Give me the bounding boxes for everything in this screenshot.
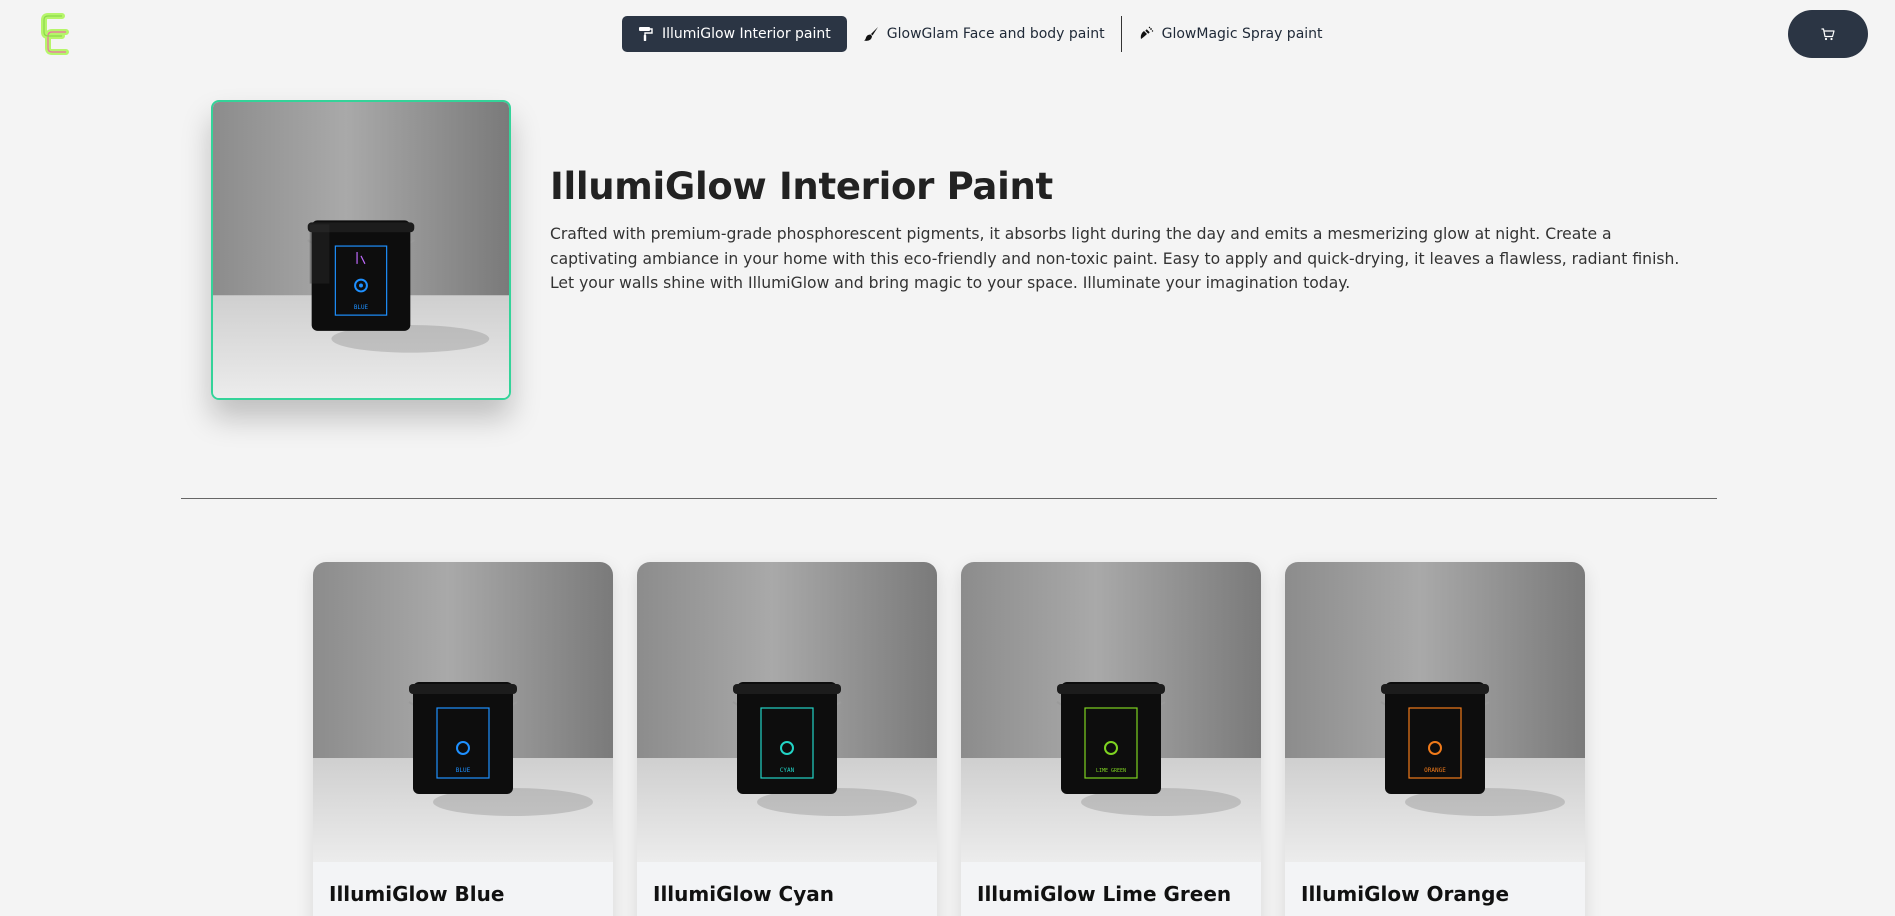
tab-label: IllumiGlow Interior paint [662, 26, 831, 42]
product-title: IllumiGlow Lime Green [977, 882, 1232, 906]
svg-text:ORANGE: ORANGE [1424, 767, 1446, 774]
product-title: IllumiGlow Blue [329, 882, 505, 906]
svg-text:LIME GREEN: LIME GREEN [1096, 768, 1126, 774]
product-image: ORANGE [1285, 562, 1585, 862]
brand-logo[interactable] [40, 12, 70, 58]
product-card-cyan[interactable]: CYAN IllumiGlow Cyan [637, 562, 937, 916]
paint-roller-icon [639, 27, 653, 41]
paint-brush-icon [863, 27, 878, 41]
cart-button[interactable] [1788, 10, 1868, 58]
product-title: IllumiGlow Orange [1301, 882, 1510, 906]
product-image: BLUE [313, 562, 613, 862]
product-card-blue[interactable]: BLUE IllumiGlow Blue [313, 562, 613, 916]
product-image: CYAN [637, 562, 937, 862]
spray-can-icon [1140, 26, 1153, 39]
can-label-text: BLUE [354, 305, 369, 311]
tab-glowglam-face-body-paint[interactable]: GlowGlam Face and body paint [847, 16, 1121, 52]
hero-product-image: BLUE [211, 100, 511, 400]
product-card-orange[interactable]: ORANGE IllumiGlow Orange [1285, 562, 1585, 916]
section-divider [181, 498, 1717, 499]
svg-text:BLUE: BLUE [456, 767, 471, 774]
product-card-lime-green[interactable]: LIME GREEN IllumiGlow Lime Green [961, 562, 1261, 916]
tab-label: GlowMagic Spray paint [1161, 26, 1323, 42]
svg-text:CYAN: CYAN [780, 767, 795, 774]
tab-illumiglow-interior-paint[interactable]: IllumiGlow Interior paint [622, 16, 847, 52]
tab-label: GlowGlam Face and body paint [886, 26, 1105, 42]
tab-glowmagic-spray-paint[interactable]: GlowMagic Spray paint [1122, 16, 1339, 52]
page-title: IllumiGlow Interior Paint [550, 165, 1053, 208]
product-image: LIME GREEN [961, 562, 1261, 862]
paint-can: BLUE [307, 220, 415, 331]
product-grid: BLUE IllumiGlow Blue CYAN IllumiGlow Cya… [313, 562, 1585, 916]
product-category-nav: IllumiGlow Interior paint GlowGlam Face … [622, 16, 1339, 52]
cart-icon [1821, 27, 1835, 40]
product-title: IllumiGlow Cyan [653, 882, 834, 906]
product-description: Crafted with premium-grade phosphorescen… [550, 225, 1680, 292]
